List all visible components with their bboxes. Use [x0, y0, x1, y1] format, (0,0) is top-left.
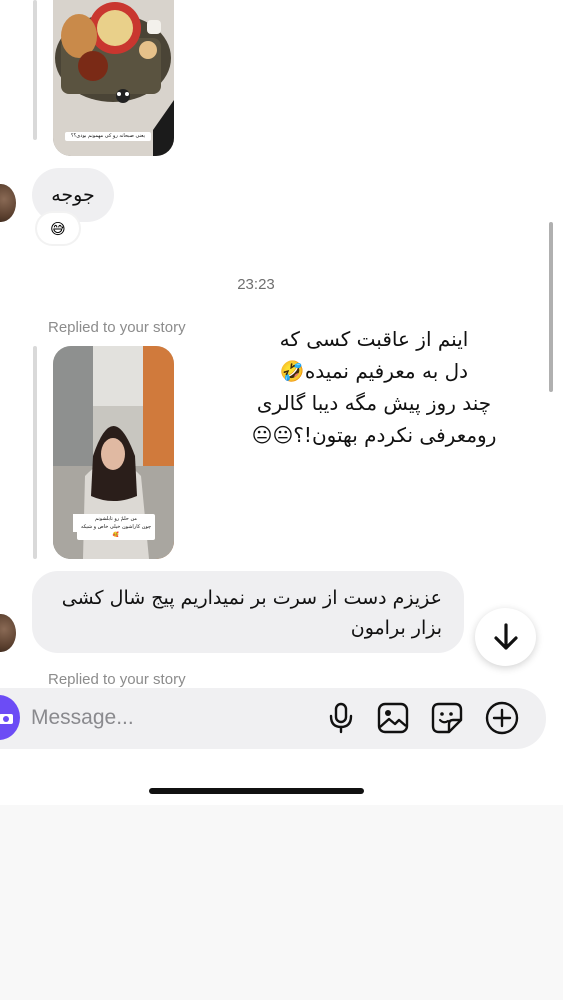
home-indicator[interactable]	[149, 788, 364, 794]
camera-icon	[0, 713, 13, 724]
message-input[interactable]	[31, 702, 311, 734]
story-reply-bar	[33, 0, 37, 140]
story-overlay-text: اینم از عاقبت کسی که دل به معرفیم نمیده🤣…	[240, 323, 508, 451]
scrollbar[interactable]	[549, 222, 553, 392]
story-thumbnail-breakfast[interactable]: یعنی صبحانه رو کی مهمونم بودی؟؟	[53, 0, 174, 156]
replied-to-story-label: Replied to your story	[48, 319, 186, 336]
story-caption-line: چون کاراشون خیلی خاص و شیکه🥰	[80, 524, 152, 538]
overlay-line: رومعرفی نکردم بهتون!؟😐😐	[251, 423, 497, 447]
gallery-button[interactable]	[375, 700, 411, 736]
sticker-icon	[431, 702, 463, 734]
sender-avatar[interactable]	[0, 614, 16, 652]
message-timestamp: 23:23	[237, 276, 275, 293]
overlay-line: دل به معرفیم نمیده🤣	[279, 359, 469, 383]
story-caption: من حلمٌ رو تابلشونم چون کاراشون خیلی خاص…	[77, 514, 155, 540]
empty-bottom-area	[0, 805, 563, 1000]
image-icon	[377, 702, 409, 734]
sender-avatar[interactable]	[0, 184, 16, 222]
plus-circle-icon	[485, 701, 519, 735]
overlay-line: اینم از عاقبت کسی که	[279, 327, 469, 351]
microphone-button[interactable]	[323, 700, 359, 736]
scroll-to-bottom-button[interactable]	[475, 608, 536, 666]
chat-thread: یعنی صبحانه رو کی مهمونم بودی؟؟ جوجه 😅 2…	[0, 0, 563, 805]
message-bubble[interactable]: عزیزم دست از سرت بر نمیداریم پیج شال کشی…	[32, 571, 464, 653]
replied-to-story-label: Replied to your story	[48, 671, 186, 688]
add-button[interactable]	[484, 700, 520, 736]
story-caption: یعنی صبحانه رو کی مهمونم بودی؟؟	[65, 132, 151, 141]
reaction-badge[interactable]: 😅	[37, 213, 79, 244]
story-thumbnail-portrait[interactable]: من حلمٌ رو تابلشونم چون کاراشون خیلی خاص…	[53, 346, 174, 559]
sticker-button[interactable]	[429, 700, 465, 736]
microphone-icon	[329, 702, 353, 734]
arrow-down-icon	[493, 623, 518, 650]
overlay-line: چند روز پیش مگه دیبا گالری	[256, 391, 492, 415]
story-reply-bar	[33, 346, 37, 559]
story-caption-line: من حلمٌ رو تابلشونم	[95, 516, 137, 522]
